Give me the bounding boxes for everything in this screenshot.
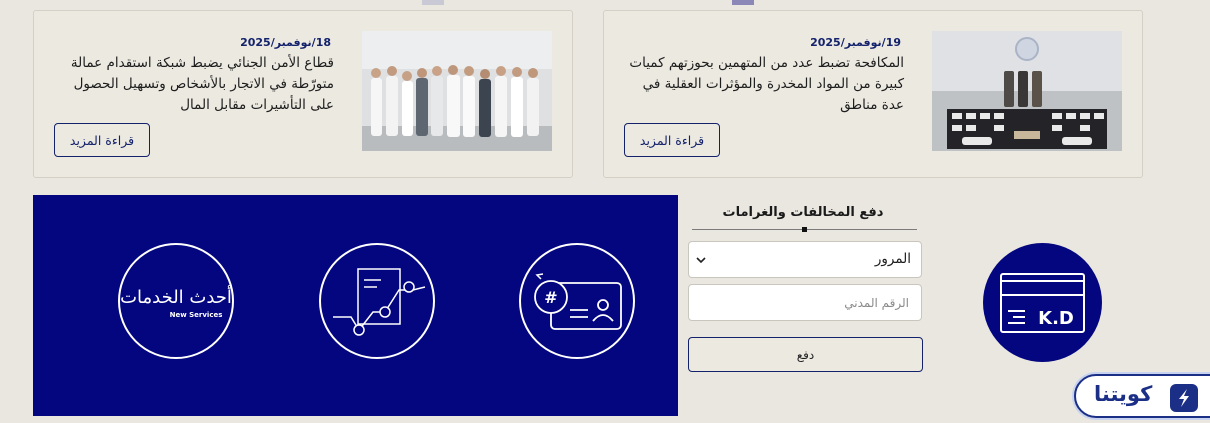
news-image-arrested-men[interactable] <box>362 31 552 151</box>
document-tracking-icon <box>333 268 426 336</box>
news-card[interactable]: 18/نوفمبر/2025 قطاع الأمن الجنائي يضبط ش… <box>33 10 573 178</box>
kd-payment-icon: K.D <box>983 243 1102 362</box>
services-panel: أحدث الخدمات New Services # <box>33 195 678 416</box>
read-more-button[interactable]: قراءة المزيد <box>54 123 150 157</box>
divider-dot <box>802 227 807 232</box>
news-date: 18/نوفمبر/2025 <box>240 36 331 49</box>
civil-id-input[interactable] <box>688 284 922 321</box>
read-more-button[interactable]: قراءة المزيد <box>624 123 720 157</box>
kuwaitna-badge[interactable]: كويتنا <box>1074 374 1210 418</box>
news-date: 19/نوفمبر/2025 <box>810 36 901 49</box>
new-services-logo-icon: أحدث الخدمات New Services <box>120 285 232 319</box>
news-title[interactable]: قطاع الأمن الجنائي يضبط شبكة استقدام عما… <box>54 53 334 116</box>
civil-id-card-button[interactable]: # <box>519 243 635 359</box>
chevron-down-icon <box>696 257 706 264</box>
news-title[interactable]: المكافحة تضبط عدد من المتهمين بحوزتهم كم… <box>624 53 904 116</box>
pay-button[interactable]: دفع <box>688 337 923 372</box>
new-services-button[interactable]: أحدث الخدمات New Services <box>118 243 234 359</box>
new-services-arabic-label: أحدث الخدمات <box>120 285 232 308</box>
payment-section-title: دفع المخالفات والغرامات <box>722 205 884 220</box>
new-services-english-label: New Services <box>170 311 223 319</box>
civil-id-card-icon: # <box>534 273 622 330</box>
kuwaitna-label: كويتنا <box>1094 382 1153 406</box>
kd-label: K.D <box>1038 308 1074 329</box>
news-image-seized-drugs[interactable] <box>932 31 1122 151</box>
select-value: المرور <box>874 251 911 267</box>
document-tracking-button[interactable] <box>319 243 435 359</box>
svg-text:#: # <box>544 288 557 307</box>
violation-category-select[interactable]: المرور <box>688 241 922 278</box>
top-strip-right <box>732 0 754 5</box>
kuwaitna-logo-icon <box>1170 384 1198 412</box>
news-card[interactable]: 19/نوفمبر/2025 المكافحة تضبط عدد من المت… <box>603 10 1143 178</box>
top-strip-left <box>422 0 444 5</box>
